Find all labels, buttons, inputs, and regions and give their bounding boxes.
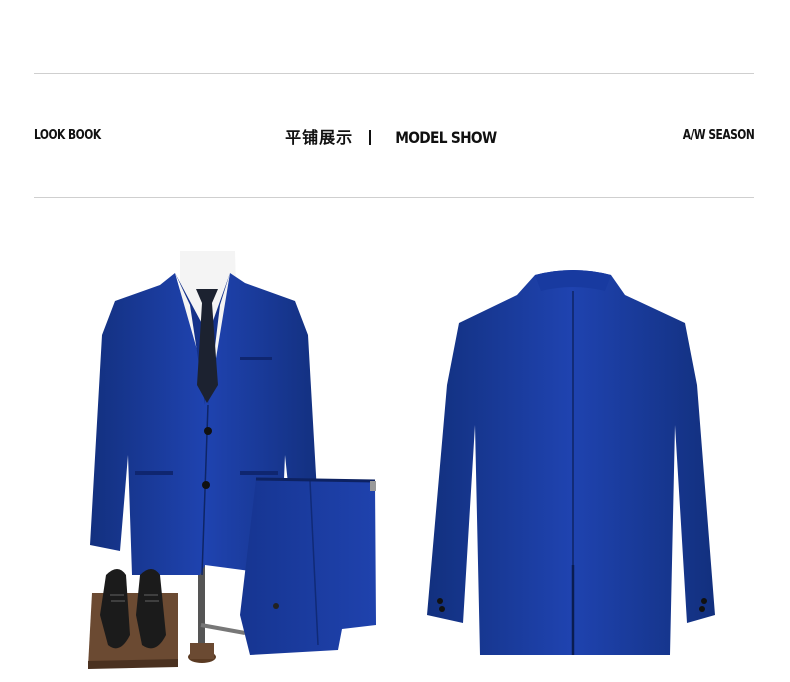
bottom-divider bbox=[34, 197, 754, 198]
suit-front-image bbox=[88, 251, 376, 669]
section-title: 平铺展示 MODEL SHOW bbox=[0, 124, 790, 148]
section-title-en: MODEL SHOW bbox=[395, 128, 497, 147]
trousers-folded bbox=[240, 477, 376, 655]
jacket-back bbox=[427, 270, 715, 655]
suit-back-image bbox=[427, 270, 715, 655]
top-divider bbox=[34, 73, 754, 74]
mannequin-stand bbox=[188, 565, 246, 663]
section-title-cn: 平铺展示 bbox=[285, 128, 354, 147]
title-separator bbox=[369, 130, 372, 145]
season-label: A/W SEASON bbox=[682, 128, 754, 143]
